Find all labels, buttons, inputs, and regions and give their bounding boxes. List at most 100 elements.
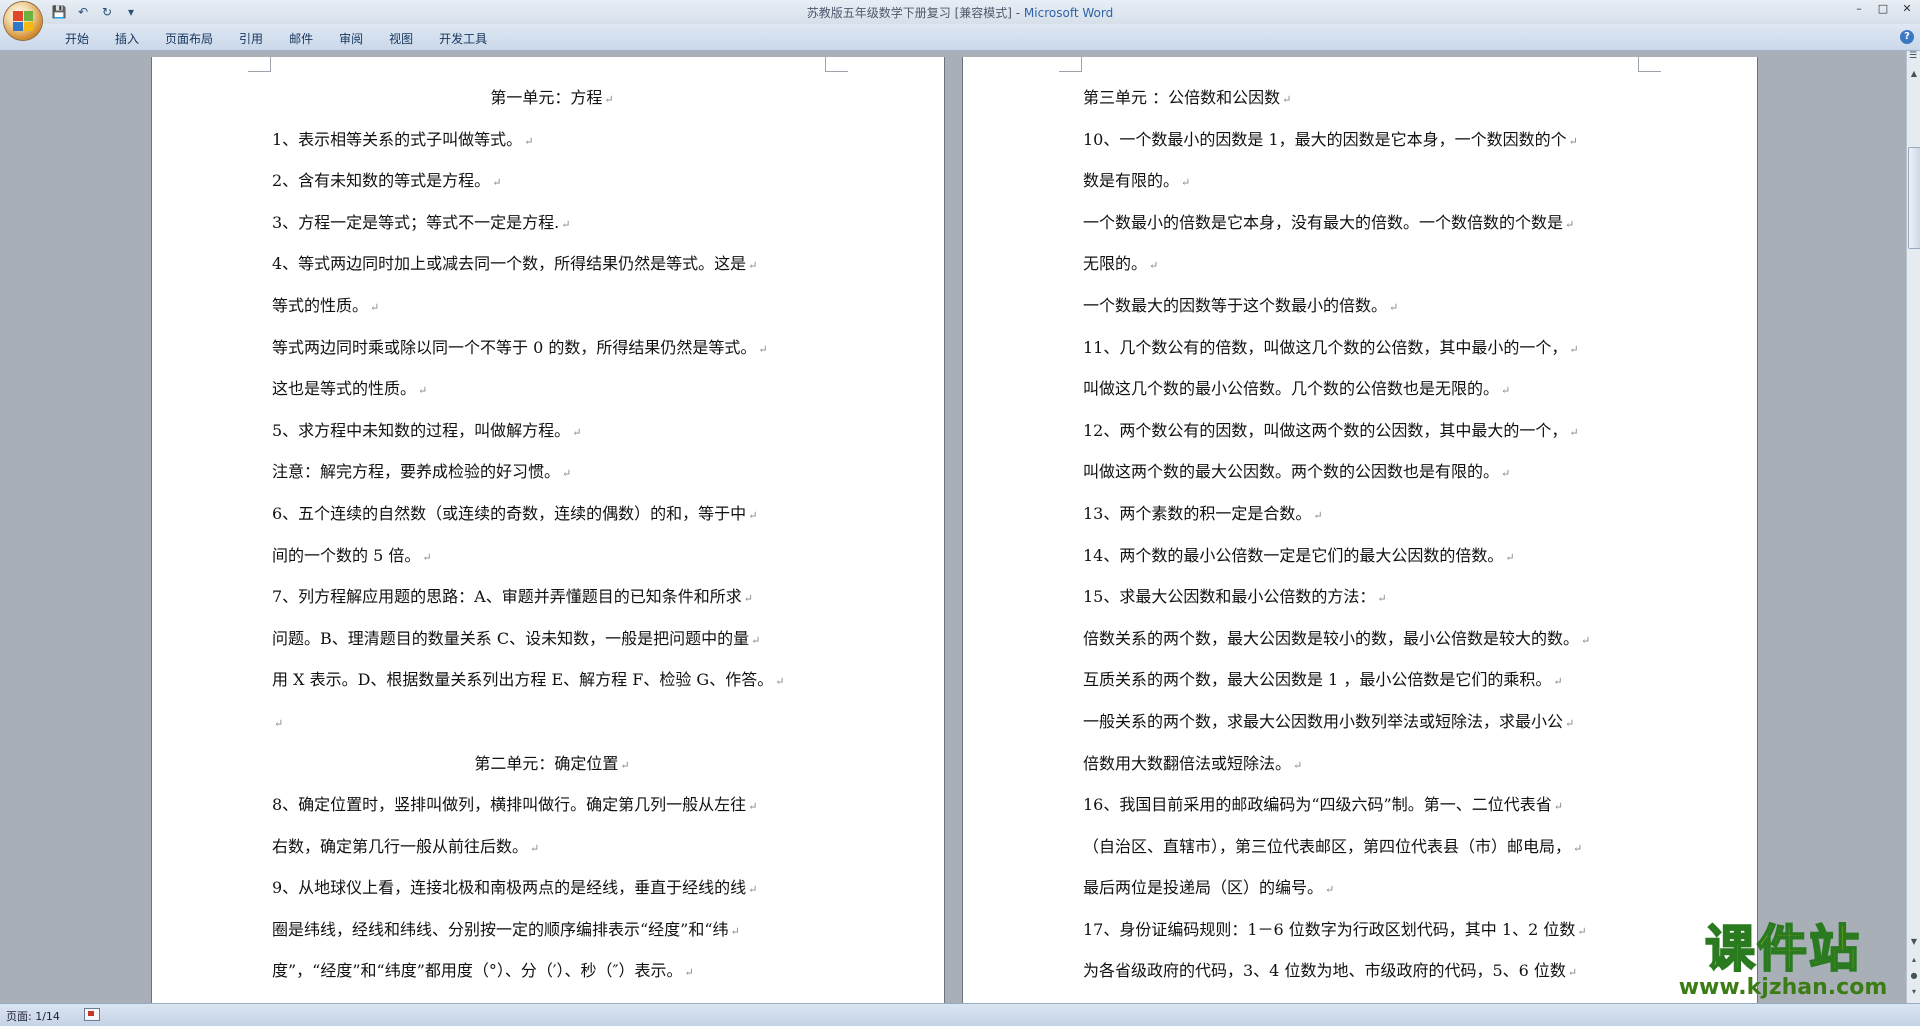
paragraph-mark-icon: ↵ bbox=[748, 800, 758, 814]
paragraph-mark-icon: ↵ bbox=[492, 176, 502, 190]
next-page-icon[interactable]: ▾ bbox=[1908, 987, 1920, 1001]
paragraph-line[interactable]: 用 X 表示。D、根据数量关系列出方程 E、解方程 F、检验 G、作答。 ↵ bbox=[272, 659, 832, 701]
paragraph-line[interactable]: 6、五个连续的自然数（或连续的奇数，连续的偶数）的和，等于中 ↵ bbox=[272, 493, 832, 535]
paragraph-line[interactable]: 无限的。 ↵ bbox=[1083, 243, 1645, 285]
paragraph-mark-icon: ↵ bbox=[620, 758, 630, 772]
line-text: 6、五个连续的自然数（或连续的奇数，连续的偶数）的和，等于中 bbox=[272, 503, 747, 523]
paragraph-mark-icon: ↵ bbox=[1568, 134, 1578, 148]
scroll-up-icon[interactable]: ▲ bbox=[1908, 69, 1920, 83]
paragraph-line[interactable]: 叫做这两个数的最大公因数。两个数的公因数也是有限的。 ↵ bbox=[1083, 451, 1645, 493]
paragraph-line[interactable]: 13、两个素数的积一定是合数。 ↵ bbox=[1083, 493, 1645, 535]
paragraph-mark-icon: ↵ bbox=[1505, 550, 1515, 564]
maximize-icon[interactable]: □ bbox=[1876, 2, 1890, 16]
paragraph-line[interactable]: （自治区、直辖市），第三位代表邮区，第四位代表县（市）邮电局， ↵ bbox=[1083, 826, 1645, 868]
paragraph-line[interactable]: 互质关系的两个数，最大公因数是 1 ，最小公倍数是它们的乘积。 ↵ bbox=[1083, 659, 1645, 701]
paragraph-mark-icon: ↵ bbox=[748, 259, 758, 273]
tab-developer[interactable]: 开发工具 bbox=[426, 28, 500, 49]
paragraph-line[interactable]: 最后两位是投递局（区）的编号。 ↵ bbox=[1083, 867, 1645, 909]
view-ruler-icon[interactable]: ☰ bbox=[1906, 51, 1920, 65]
tab-review[interactable]: 审阅 bbox=[326, 28, 376, 49]
office-button[interactable] bbox=[4, 2, 42, 40]
paragraph-line[interactable]: 为各省级政府的代码，3、4 位数为地、市级政府的代码，5、6 位数 ↵ bbox=[1083, 950, 1645, 992]
line-text: 1、表示相等关系的式子叫做等式。 bbox=[272, 129, 523, 149]
line-text: 16、我国目前采用的邮政编码为“四级六码”制。第一、二位代表省 bbox=[1083, 795, 1552, 815]
watermark-logo: 课件站 www.kjzhan.com bbox=[1672, 921, 1894, 1006]
tab-page-layout[interactable]: 页面布局 bbox=[152, 28, 226, 49]
paragraph-line[interactable]: ↵ bbox=[272, 701, 832, 743]
tab-references[interactable]: 引用 bbox=[226, 28, 276, 49]
paragraph-line[interactable]: 14、两个数的最小公倍数一定是它们的最大公因数的倍数。 ↵ bbox=[1083, 535, 1645, 577]
paragraph-line[interactable]: 一个数最大的因数等于这个数最小的倍数。 ↵ bbox=[1083, 285, 1645, 327]
tab-view[interactable]: 视图 bbox=[376, 28, 426, 49]
scrollbar-thumb[interactable] bbox=[1908, 147, 1920, 249]
paragraph-line[interactable]: 第三单元 ：公倍数和公因数 ↵ bbox=[1083, 77, 1645, 119]
paragraph-line[interactable]: 问题。B、理清题目的数量关系 C、设未知数，一般是把问题中的量 ↵ bbox=[272, 618, 832, 660]
document-page-2[interactable]: 第三单元 ：公倍数和公因数 ↵ 10、一个数最小的因数是 1，最大的因数是它本身，一… bbox=[963, 57, 1757, 1003]
section-heading[interactable]: 第一单元：方程 ↵ bbox=[272, 77, 832, 119]
line-text: 最后两位是投递局（区）的编号。 bbox=[1083, 878, 1324, 898]
tab-insert[interactable]: 插入 bbox=[102, 28, 152, 49]
paragraph-mark-icon: ↵ bbox=[561, 217, 571, 231]
paragraph-line[interactable]: 12、两个数公有的因数，叫做这两个数的公因数，其中最大的一个， ↵ bbox=[1083, 410, 1645, 452]
page-2-text[interactable]: 第三单元 ：公倍数和公因数 ↵ 10、一个数最小的因数是 1，最大的因数是它本身，一… bbox=[1083, 77, 1645, 992]
page-1-text[interactable]: 第一单元：方程 ↵ 1、表示相等关系的式子叫做等式。 ↵ 2、含有未知数的等式是方程。 ↵… bbox=[272, 77, 832, 992]
line-text: 13、两个素数的积一定是合数。 bbox=[1083, 503, 1312, 523]
paragraph-line[interactable]: 倍数关系的两个数，最大公因数是较小的数，最小公倍数是较大的数。 ↵ bbox=[1083, 618, 1645, 660]
paragraph-line[interactable]: 4、等式两边同时加上或减去同一个数，所得结果仍然是等式。这是 ↵ bbox=[272, 243, 832, 285]
paragraph-line[interactable]: 圈是纬线，经线和纬线、分别按一定的顺序编排表示“经度”和“纬 ↵ bbox=[272, 909, 832, 951]
line-text: 间的一个数的 5 倍。 bbox=[272, 545, 421, 565]
paragraph-line[interactable]: 等式的性质。 ↵ bbox=[272, 285, 832, 327]
scroll-down-icon[interactable]: ▼ bbox=[1908, 937, 1920, 951]
paragraph-line[interactable]: 叫做这几个数的最小公倍数。几个数的公倍数也是无限的。 ↵ bbox=[1083, 368, 1645, 410]
paragraph-line[interactable]: 9、从地球仪上看，连接北极和南极两点的是经线，垂直于经线的线 ↵ bbox=[272, 867, 832, 909]
tab-home[interactable]: 开始 bbox=[52, 28, 102, 49]
paragraph-mark-icon: ↵ bbox=[1577, 924, 1587, 938]
paragraph-mark-icon: ↵ bbox=[604, 93, 614, 106]
paragraph-line[interactable]: 15、求最大公因数和最小公倍数的方法： ↵ bbox=[1083, 576, 1645, 618]
paragraph-line[interactable]: 注意：解完方程，要养成检验的好习惯。 ↵ bbox=[272, 451, 832, 493]
close-icon[interactable]: ✕ bbox=[1900, 2, 1914, 16]
paragraph-mark-icon: ↵ bbox=[418, 384, 428, 398]
paragraph-line[interactable]: 等式两边同时乘或除以同一个不等于 0 的数，所得结果仍然是等式。 ↵ bbox=[272, 327, 832, 369]
help-icon[interactable]: ? bbox=[1900, 30, 1914, 44]
previous-page-icon[interactable]: ▴ bbox=[1908, 955, 1920, 969]
line-text: 第三单元 ：公倍数和公因数 bbox=[1083, 88, 1281, 107]
paragraph-line[interactable]: 间的一个数的 5 倍。 ↵ bbox=[272, 535, 832, 577]
paragraph-line[interactable]: 17、身份证编码规则：1－6 位数字为行政区划代码，其中 1、2 位数 ↵ bbox=[1083, 909, 1645, 951]
document-page-1[interactable]: 第一单元：方程 ↵ 1、表示相等关系的式子叫做等式。 ↵ 2、含有未知数的等式是方程。 ↵… bbox=[152, 57, 944, 1003]
paragraph-line[interactable]: 2、含有未知数的等式是方程。 ↵ bbox=[272, 160, 832, 202]
line-text: 等式两边同时乘或除以同一个不等于 0 的数，所得结果仍然是等式。 bbox=[272, 337, 757, 357]
paragraph-line[interactable]: 7、列方程解应用题的思路：A、审题并弄懂题目的已知条件和所求 ↵ bbox=[272, 576, 832, 618]
paragraph-line[interactable]: 倍数用大数翻倍法或短除法。 ↵ bbox=[1083, 743, 1645, 785]
line-text: 11、几个数公有的倍数，叫做这几个数的公倍数，其中最小的一个， bbox=[1083, 337, 1568, 357]
vertical-scrollbar[interactable]: ▲ ▼ ▴ ● ▾ bbox=[1906, 51, 1920, 1003]
line-text: 9、从地球仪上看，连接北极和南极两点的是经线，垂直于经线的线 bbox=[272, 878, 747, 898]
paragraph-line[interactable]: 16、我国目前采用的邮政编码为“四级六码”制。第一、二位代表省 ↵ bbox=[1083, 784, 1645, 826]
paragraph-line[interactable]: 11、几个数公有的倍数，叫做这几个数的公倍数，其中最小的一个， ↵ bbox=[1083, 327, 1645, 369]
paragraph-line[interactable]: 度”，“经度”和“纬度”都用度（°）、分（′）、秒（″）表示。 ↵ bbox=[272, 950, 832, 992]
paragraph-line[interactable]: 数是有限的。 ↵ bbox=[1083, 160, 1645, 202]
minimize-icon[interactable]: – bbox=[1852, 2, 1866, 16]
tab-mailings[interactable]: 邮件 bbox=[276, 28, 326, 49]
paragraph-mark-icon: ↵ bbox=[1313, 508, 1323, 522]
margin-corner-mark bbox=[248, 57, 271, 72]
paragraph-line[interactable]: 右数，确定第几行一般从前往后数。 ↵ bbox=[272, 826, 832, 868]
paragraph-mark-icon: ↵ bbox=[1567, 966, 1578, 980]
page-count-status[interactable]: 页面: 1/14 bbox=[6, 1008, 60, 1024]
paragraph-mark-icon: ↵ bbox=[1565, 716, 1575, 730]
ribbon-tabs: 开始 插入 页面布局 引用 邮件 审阅 视图 开发工具 bbox=[52, 28, 500, 49]
paragraph-line[interactable]: 这也是等式的性质。 ↵ bbox=[272, 368, 832, 410]
browse-object-icon[interactable]: ● bbox=[1908, 971, 1920, 985]
document-area[interactable]: 第一单元：方程 ↵ 1、表示相等关系的式子叫做等式。 ↵ 2、含有未知数的等式是方程。 ↵… bbox=[0, 51, 1906, 1003]
paragraph-mark-icon: ↵ bbox=[1501, 384, 1511, 398]
paragraph-line[interactable]: 8、确定位置时，竖排叫做列，横排叫做行。确定第几列一般从左往 ↵ bbox=[272, 784, 832, 826]
paragraph-line[interactable]: 5、求方程中未知数的过程，叫做解方程。 ↵ bbox=[272, 410, 832, 452]
paragraph-line[interactable]: 1、表示相等关系的式子叫做等式。 ↵ bbox=[272, 119, 832, 161]
paragraph-line[interactable]: 一个数最小的倍数是它本身，没有最大的倍数。一个数倍数的个数是 ↵ bbox=[1083, 202, 1645, 244]
proofing-status-icon[interactable] bbox=[84, 1008, 100, 1021]
paragraph-line[interactable]: 3、方程一定是等式；等式不一定是方程. ↵ bbox=[272, 202, 832, 244]
section-heading[interactable]: 第二单元：确定位置 ↵ bbox=[272, 743, 832, 785]
paragraph-line[interactable]: 一般关系的两个数，求最大公因数用小数列举法或短除法，求最小公 ↵ bbox=[1083, 701, 1645, 743]
paragraph-line[interactable]: 10、一个数最小的因数是 1，最大的因数是它本身，一个数因数的个 ↵ bbox=[1083, 119, 1645, 161]
paragraph-mark-icon: ↵ bbox=[684, 966, 694, 980]
